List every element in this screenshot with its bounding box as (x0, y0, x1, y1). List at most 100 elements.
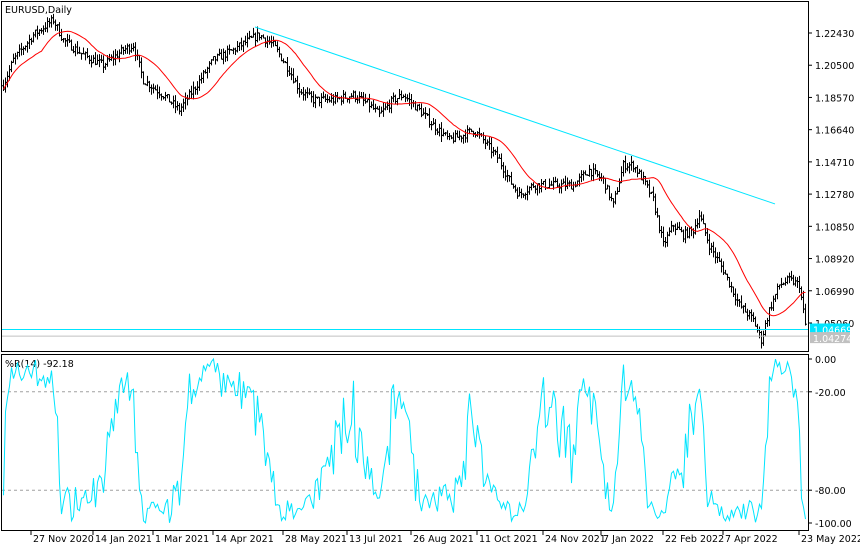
price-bar (482, 132, 485, 144)
price-bar (502, 162, 505, 179)
price-bar (390, 96, 393, 114)
price-bar (382, 102, 385, 117)
price-bar (280, 53, 283, 62)
price-bar (492, 146, 495, 157)
price-bar (460, 135, 463, 143)
ask-price-label: 1.04274 (813, 334, 852, 345)
price-bar (288, 65, 291, 76)
price-bar (150, 84, 153, 95)
price-bar (278, 46, 281, 58)
chart-title: EURUSD,Daily (5, 5, 72, 16)
price-bar (478, 127, 481, 139)
price-tick-label: 1.08920 (815, 255, 854, 266)
price-bar (580, 170, 583, 183)
price-bar (604, 177, 607, 194)
price-bar (592, 163, 595, 182)
price-bar (780, 277, 783, 288)
time-tick-label: 23 May 2022 (801, 534, 860, 545)
price-bar (520, 188, 523, 199)
price-bar (456, 130, 459, 138)
price-bar (602, 175, 605, 184)
price-bar (114, 49, 117, 66)
price-bar (286, 57, 289, 77)
price-bar (342, 90, 345, 104)
price-bar (504, 165, 507, 181)
time-tick-label: 22 Feb 2022 (665, 534, 724, 545)
price-bar (314, 94, 317, 109)
price-bar (28, 34, 31, 49)
price-bar (762, 330, 765, 346)
price-bar (242, 40, 245, 52)
price-bar (766, 317, 769, 327)
price-bar (14, 52, 17, 65)
price-bar (248, 30, 251, 40)
indicator-panel-frame (1, 354, 809, 531)
price-bar (212, 56, 215, 61)
eurusd-chart[interactable]: EURUSD,Daily %R(14) -92.18 1.22430 1.2050… (0, 0, 860, 550)
price-bar (688, 227, 691, 239)
price-bar (226, 45, 229, 62)
price-bar (760, 330, 763, 349)
price-bar (126, 43, 129, 54)
time-tick-label: 1 Mar 2021 (155, 534, 209, 545)
price-bar (600, 173, 603, 182)
price-bar (96, 54, 99, 65)
price-bar (398, 88, 401, 100)
price-bar (444, 131, 447, 136)
price-bar (318, 96, 321, 107)
price-bar (292, 68, 295, 84)
price-bar (802, 290, 805, 314)
price-bar (804, 303, 807, 326)
price-bar (630, 155, 633, 171)
price-bar (352, 90, 355, 99)
time-tick-label: 7 Jan 2022 (603, 534, 654, 545)
time-tick-label: 11 Oct 2021 (479, 534, 538, 545)
price-bar (240, 37, 243, 51)
price-tick-label: 1.20500 (815, 61, 854, 72)
price-bar (268, 36, 271, 45)
overlays (2, 26, 808, 337)
price-bar (22, 46, 25, 55)
price-bar (448, 132, 451, 141)
price-bar (192, 81, 195, 100)
price-bar (368, 93, 371, 113)
price-bar (518, 186, 521, 197)
price-bar (764, 320, 767, 337)
price-bar (182, 98, 185, 113)
price-bars (2, 13, 807, 349)
price-bar (392, 92, 395, 103)
price-tick-label: 1.12780 (815, 190, 854, 201)
price-bar (320, 93, 323, 109)
price-bar (484, 135, 487, 150)
price-bar (524, 192, 527, 200)
price-bar (752, 312, 755, 322)
price-bar (158, 86, 161, 99)
price-bar (94, 52, 97, 66)
price-bar (142, 71, 145, 85)
price-bar (438, 123, 441, 137)
indicator-tick-label: -20.00 (815, 388, 846, 399)
price-bar (190, 85, 193, 99)
price-bar (512, 183, 515, 189)
price-bar (324, 93, 327, 103)
price-bar (712, 241, 715, 258)
price-bar (564, 175, 567, 191)
price-bar (252, 27, 255, 38)
time-tick-label: 7 Apr 2022 (725, 534, 778, 545)
price-bar (746, 308, 749, 321)
price-bar (36, 25, 39, 40)
price-tick-label: 1.16640 (815, 126, 854, 137)
price-bar (214, 56, 217, 65)
time-tick-label: 14 Apr 2021 (215, 534, 274, 545)
price-bar (642, 171, 645, 185)
price-bar (290, 67, 293, 81)
price-bar (18, 44, 21, 57)
time-tick-label: 14 Jan 2021 (95, 534, 152, 545)
indicator-lines (2, 357, 808, 524)
price-bar (358, 91, 361, 104)
price-bar (770, 301, 773, 311)
price-bar (530, 182, 533, 191)
price-bar (678, 221, 681, 231)
price-bar (446, 130, 449, 140)
price-bar (500, 153, 503, 170)
